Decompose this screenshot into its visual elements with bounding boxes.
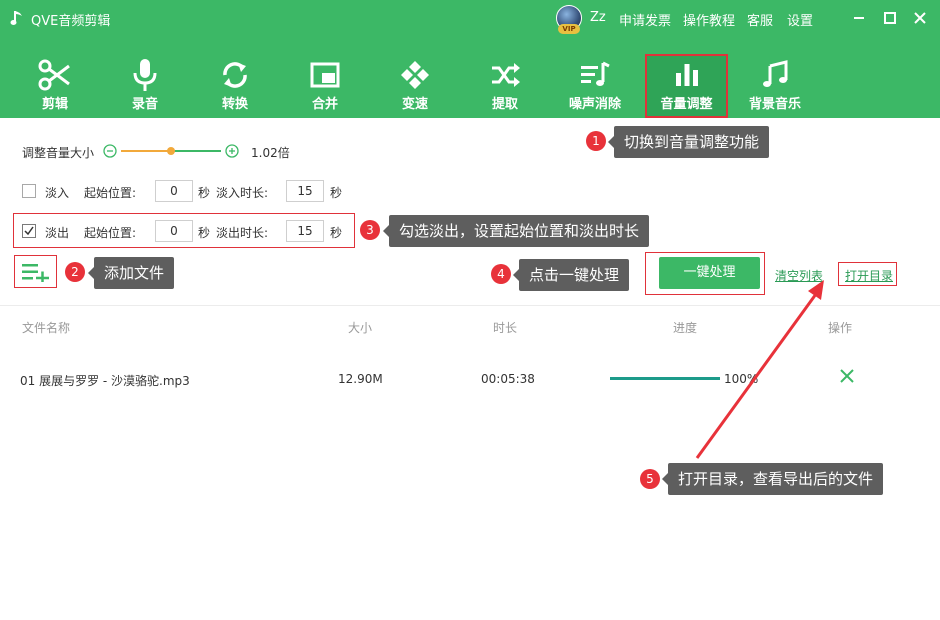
annotation-badge-5: 5 xyxy=(640,469,660,489)
annotation-arrow xyxy=(695,280,824,459)
annotation-callout-5: 打开目录，查看导出后的文件 xyxy=(661,463,884,495)
